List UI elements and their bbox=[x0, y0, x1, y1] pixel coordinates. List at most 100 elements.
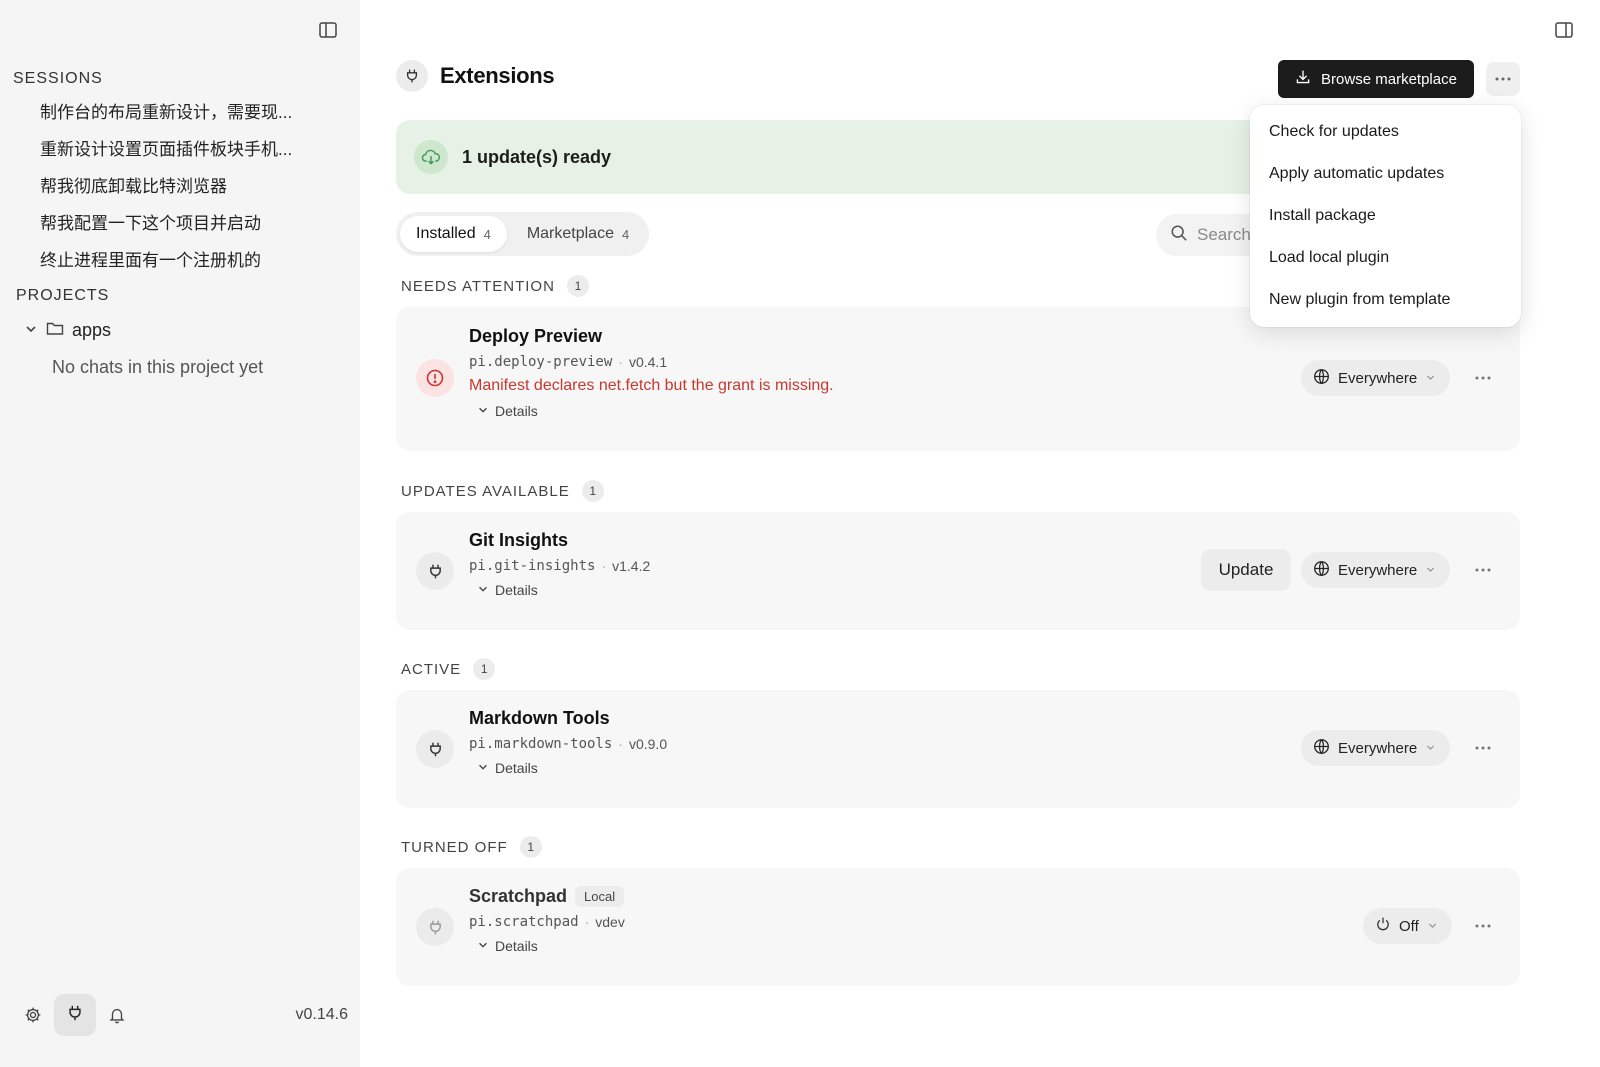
chevron-down-icon bbox=[1425, 740, 1436, 757]
extension-id: pi.git-insights bbox=[469, 558, 596, 574]
chevron-down-icon bbox=[1427, 918, 1438, 935]
details-label: Details bbox=[495, 582, 538, 598]
tab-label: Installed bbox=[416, 225, 476, 242]
sessions-title: SESSIONS bbox=[13, 70, 103, 87]
scope-label: Everywhere bbox=[1338, 739, 1418, 757]
section-title: UPDATES AVAILABLE bbox=[401, 482, 570, 500]
extension-title-row: Scratchpad Local bbox=[469, 886, 625, 907]
browse-marketplace-button[interactable]: Browse marketplace bbox=[1278, 60, 1474, 98]
extension-meta: pi.git-insights · v1.4.2 bbox=[469, 558, 650, 574]
power-icon bbox=[1375, 916, 1391, 936]
scope-select[interactable]: Everywhere bbox=[1301, 360, 1451, 396]
meta-separator: · bbox=[618, 736, 623, 752]
more-icon[interactable] bbox=[1468, 733, 1498, 763]
enable-select[interactable]: Off bbox=[1363, 908, 1452, 944]
more-icon[interactable] bbox=[1486, 62, 1520, 96]
session-item[interactable]: 帮我配置一下这个项目并启动 bbox=[40, 211, 340, 248]
plug-icon bbox=[396, 60, 428, 92]
extension-card-markdown-tools: Markdown Tools pi.markdown-tools · v0.9.… bbox=[396, 690, 1520, 808]
meta-separator: · bbox=[618, 354, 623, 370]
updates-banner-text: 1 update(s) ready bbox=[462, 146, 612, 167]
session-item[interactable]: 重新设计设置页面插件板块手机... bbox=[40, 137, 340, 174]
extension-info: Markdown Tools pi.markdown-tools · v0.9.… bbox=[469, 708, 667, 776]
plug-icon bbox=[416, 552, 454, 590]
sidebar-toggle-icon[interactable] bbox=[316, 18, 340, 42]
details-toggle[interactable]: Details bbox=[469, 403, 834, 419]
scope-label: Everywhere bbox=[1338, 561, 1418, 579]
menu-apply-automatic-updates[interactable]: Apply automatic updates bbox=[1250, 153, 1521, 195]
extension-meta: pi.deploy-preview · v0.4.1 bbox=[469, 354, 834, 370]
globe-icon bbox=[1313, 738, 1330, 759]
section-needs-attention: NEEDS ATTENTION 1 bbox=[401, 275, 589, 297]
scope-select[interactable]: Everywhere bbox=[1301, 552, 1451, 588]
menu-check-updates[interactable]: Check for updates bbox=[1250, 111, 1521, 153]
more-icon[interactable] bbox=[1468, 555, 1498, 585]
scope-label: Off bbox=[1399, 917, 1419, 935]
globe-icon bbox=[1313, 560, 1330, 581]
more-icon[interactable] bbox=[1468, 363, 1498, 393]
extensions-nav-button[interactable] bbox=[54, 994, 96, 1036]
extension-error: Manifest declares net.fetch but the gran… bbox=[469, 377, 834, 394]
section-active: ACTIVE 1 bbox=[401, 658, 496, 680]
section-title: NEEDS ATTENTION bbox=[401, 277, 555, 295]
extension-meta: pi.scratchpad · vdev bbox=[469, 914, 625, 930]
meta-separator: · bbox=[584, 914, 590, 930]
chevron-down-icon bbox=[477, 582, 489, 598]
scope-label: Everywhere bbox=[1338, 369, 1418, 387]
tab-installed[interactable]: Installed 4 bbox=[400, 216, 507, 252]
chevron-down-icon bbox=[477, 760, 489, 776]
more-icon[interactable] bbox=[1468, 911, 1498, 941]
bell-icon[interactable] bbox=[96, 994, 138, 1036]
extension-version: v0.4.1 bbox=[628, 354, 668, 370]
details-label: Details bbox=[495, 938, 538, 954]
chevron-down-icon bbox=[1425, 562, 1436, 579]
download-icon bbox=[1295, 69, 1311, 89]
menu-install-package[interactable]: Install package bbox=[1250, 195, 1521, 237]
folder-icon bbox=[46, 320, 64, 341]
extension-card-git-insights: Git Insights pi.git-insights · v1.4.2 De… bbox=[396, 512, 1520, 630]
menu-new-plugin-template[interactable]: New plugin from template bbox=[1250, 279, 1521, 321]
extensions-tabs: Installed 4 Marketplace 4 bbox=[396, 212, 650, 256]
extension-info: Git Insights pi.git-insights · v1.4.2 De… bbox=[469, 530, 650, 598]
extension-name: Git Insights bbox=[469, 530, 568, 550]
details-toggle[interactable]: Details bbox=[469, 582, 650, 598]
chevron-down-icon bbox=[477, 938, 489, 954]
session-item[interactable]: 制作台的布局重新设计，需要现... bbox=[40, 100, 340, 137]
section-count: 1 bbox=[581, 480, 604, 502]
project-apps[interactable]: apps bbox=[24, 320, 111, 341]
menu-load-local-plugin[interactable]: Load local plugin bbox=[1250, 237, 1521, 279]
section-title: TURNED OFF bbox=[401, 838, 508, 856]
local-badge: Local bbox=[575, 886, 625, 907]
extension-meta: pi.markdown-tools · v0.9.0 bbox=[469, 736, 667, 752]
section-count: 1 bbox=[473, 658, 496, 680]
plug-icon bbox=[66, 1004, 84, 1027]
project-name: apps bbox=[72, 320, 112, 340]
extension-info: Deploy Preview pi.deploy-preview · v0.4.… bbox=[469, 326, 834, 419]
gear-icon[interactable] bbox=[12, 994, 54, 1036]
extension-id: pi.scratchpad bbox=[469, 914, 579, 930]
session-item[interactable]: 终止进程里面有一个注册机的 bbox=[40, 248, 340, 285]
details-toggle[interactable]: Details bbox=[469, 938, 625, 954]
update-button[interactable]: Update bbox=[1201, 549, 1291, 591]
projects-title: PROJECTS bbox=[16, 287, 110, 304]
session-item[interactable]: 帮我彻底卸载比特浏览器 bbox=[40, 174, 340, 211]
tab-marketplace[interactable]: Marketplace 4 bbox=[511, 216, 645, 252]
section-updates-available: UPDATES AVAILABLE 1 bbox=[401, 480, 604, 502]
plug-icon bbox=[416, 908, 454, 946]
section-count: 1 bbox=[566, 275, 589, 297]
details-label: Details bbox=[495, 760, 538, 776]
cloud-download-icon bbox=[414, 140, 448, 174]
tab-label: Marketplace bbox=[526, 225, 614, 242]
details-label: Details bbox=[495, 403, 538, 419]
session-list: 制作台的布局重新设计，需要现... 重新设计设置页面插件板块手机... 帮我彻底… bbox=[40, 100, 340, 285]
chevron-down-icon bbox=[24, 320, 38, 341]
section-count: 1 bbox=[519, 836, 542, 858]
scope-select[interactable]: Everywhere bbox=[1301, 730, 1451, 766]
page-title: Extensions bbox=[440, 63, 555, 88]
extension-id: pi.markdown-tools bbox=[469, 736, 613, 752]
extension-version: v0.9.0 bbox=[628, 736, 668, 752]
extension-id: pi.deploy-preview bbox=[469, 354, 613, 370]
extension-version: vdev bbox=[595, 914, 625, 930]
details-toggle[interactable]: Details bbox=[469, 760, 667, 776]
sidebar-toggle-icon[interactable] bbox=[1552, 18, 1576, 42]
